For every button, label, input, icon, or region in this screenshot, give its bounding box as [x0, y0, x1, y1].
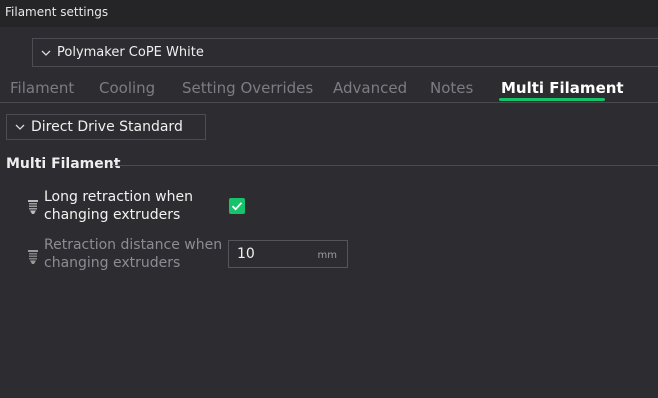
- tab-cooling[interactable]: Cooling: [99, 79, 155, 97]
- settings-tab-bar: Filament Cooling Setting Overrides Advan…: [0, 76, 658, 103]
- filament-preset-dropdown[interactable]: Polymaker CoPE White: [32, 38, 658, 67]
- retraction-distance-unit: mm: [317, 250, 337, 261]
- chevron-down-icon: [13, 120, 27, 134]
- nozzle-icon: [28, 249, 38, 264]
- nozzle-icon: [28, 199, 38, 214]
- retraction-distance-value[interactable]: 10: [237, 246, 255, 262]
- window-titlebar: Filament settings: [0, 0, 658, 27]
- extruder-type-dropdown[interactable]: Direct Drive Standard: [6, 114, 206, 140]
- tab-setting-overrides[interactable]: Setting Overrides: [182, 79, 313, 97]
- long-retraction-label: Long retraction when changing extruders: [44, 189, 193, 223]
- long-retraction-checkbox[interactable]: [229, 198, 245, 214]
- tab-filament[interactable]: Filament: [10, 79, 74, 97]
- tab-notes[interactable]: Notes: [430, 79, 473, 97]
- tab-advanced[interactable]: Advanced: [333, 79, 407, 97]
- section-title: Multi Filament: [6, 156, 121, 172]
- chevron-down-icon: [39, 46, 53, 60]
- filament-preset-label: Polymaker CoPE White: [57, 45, 204, 60]
- retraction-distance-input[interactable]: 10 mm: [228, 240, 348, 268]
- extruder-type-label: Direct Drive Standard: [31, 119, 183, 135]
- tab-multi-filament[interactable]: Multi Filament: [501, 79, 624, 97]
- section-divider: [112, 165, 658, 166]
- retraction-distance-label: Retraction distance when changing extrud…: [44, 237, 223, 271]
- window-title: Filament settings: [5, 5, 109, 19]
- active-tab-indicator: [499, 98, 605, 101]
